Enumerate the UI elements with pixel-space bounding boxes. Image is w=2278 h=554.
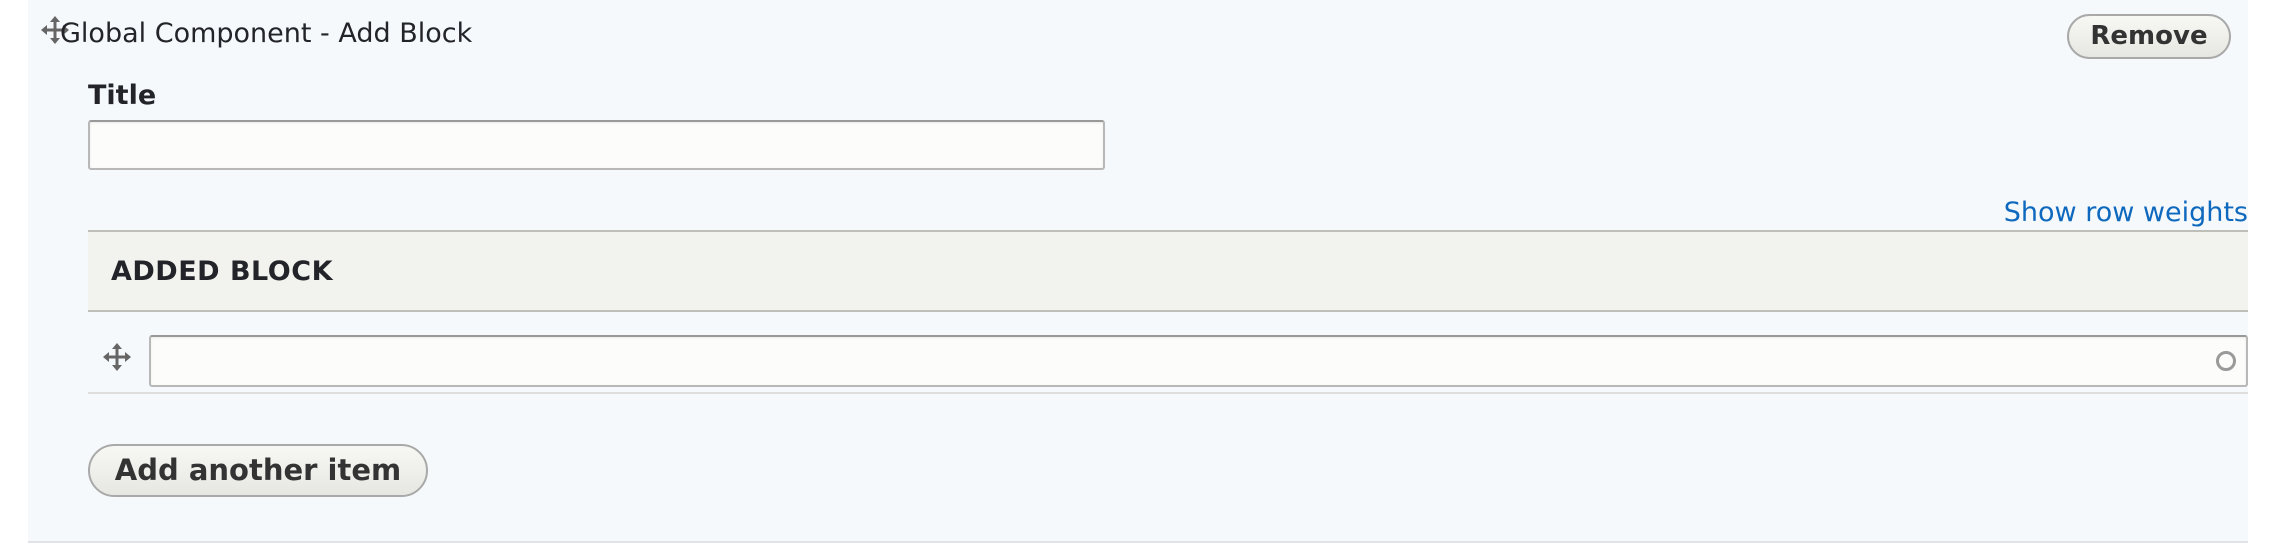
- row-drag-handle-icon[interactable]: [102, 342, 132, 372]
- added-block-table: ADDED BLOCK: [88, 230, 2248, 410]
- block-autocomplete-input[interactable]: [149, 335, 2248, 387]
- table-header: ADDED BLOCK: [88, 230, 2248, 312]
- show-row-weights-link[interactable]: Show row weights: [2004, 195, 2248, 231]
- title-field-label: Title: [88, 80, 157, 111]
- title-input[interactable]: [88, 120, 1105, 170]
- add-another-item-button[interactable]: Add another item: [88, 444, 428, 497]
- table-header-label: ADDED BLOCK: [111, 256, 333, 287]
- component-title: Global Component - Add Block: [60, 18, 473, 49]
- remove-button[interactable]: Remove: [2067, 14, 2231, 59]
- throbber-icon: [2216, 351, 2236, 371]
